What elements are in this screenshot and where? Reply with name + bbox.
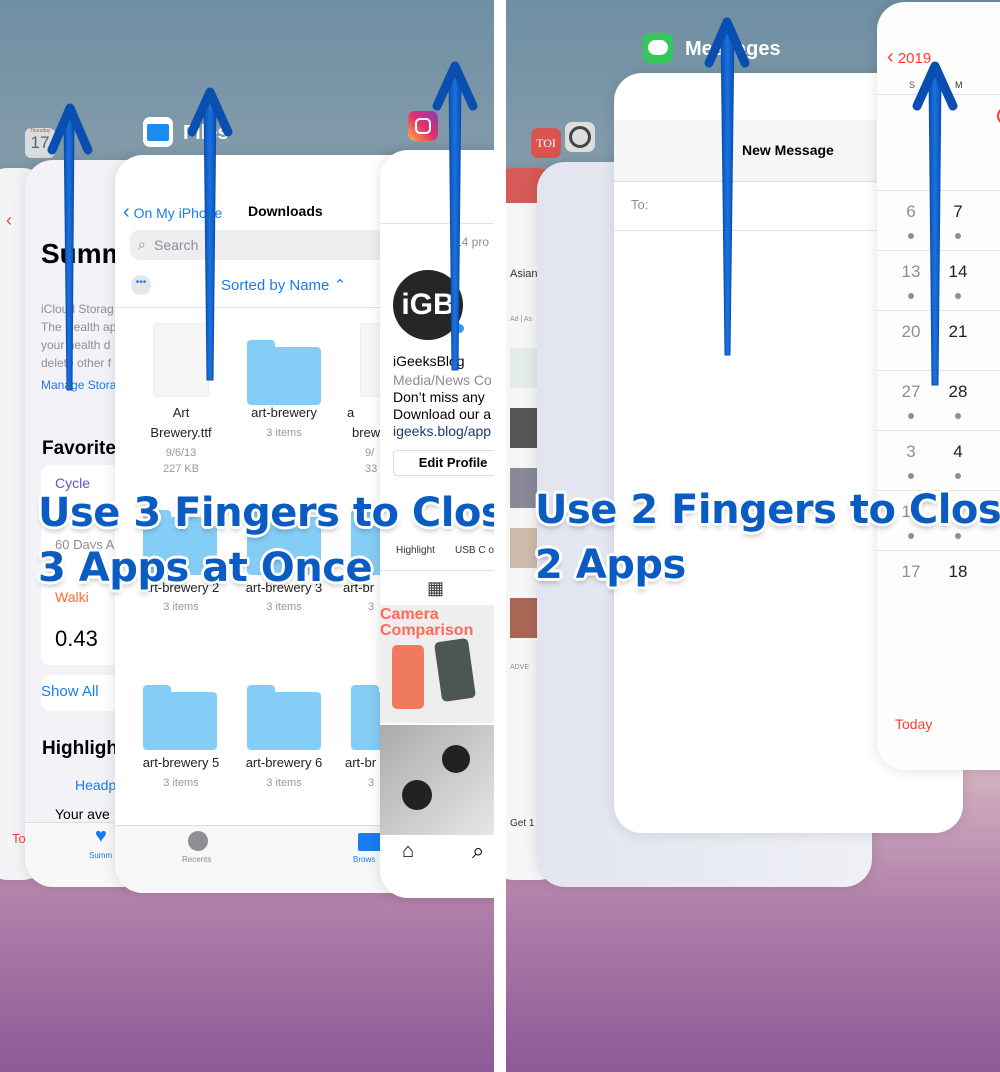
swipe-up-arrow-icon [912, 61, 958, 386]
swipe-up-arrow-icon [47, 103, 93, 391]
swipe-up-arrow-icon [187, 87, 233, 381]
panel-divider [494, 0, 506, 1072]
swipe-up-arrow-icon [432, 61, 478, 371]
swipe-up-arrow-icon [704, 17, 750, 356]
